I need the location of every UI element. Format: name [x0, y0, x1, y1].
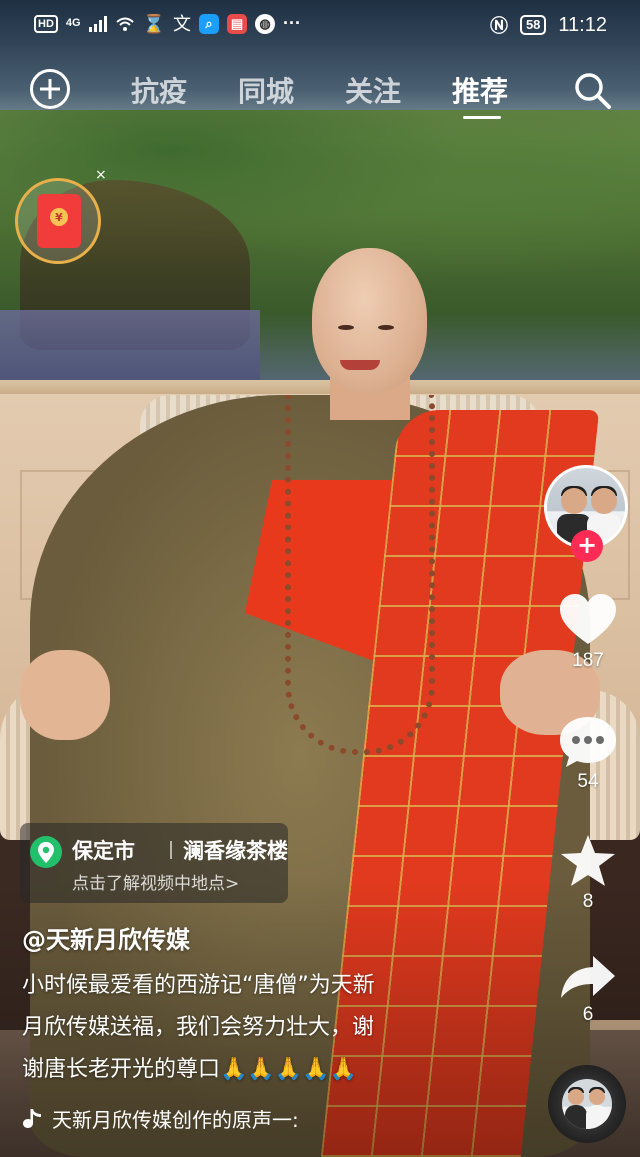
tab-following[interactable]: 关注 — [345, 70, 401, 110]
plus-icon — [40, 79, 60, 99]
caption-line: 谢唐长老开光的尊口🙏🙏🙏🙏🙏 — [22, 1057, 357, 1082]
red-packet-close-button[interactable]: × — [95, 167, 107, 183]
music-title: 天新月欣传媒创作的原声一: — [52, 1108, 299, 1132]
share-button[interactable]: 6 — [556, 952, 620, 1026]
add-button[interactable] — [30, 69, 70, 109]
search-app-icon: ⌕ — [199, 13, 219, 34]
comment-icon — [560, 717, 616, 767]
disc-person-face — [568, 1089, 584, 1105]
sports-app-icon: ◍ — [255, 13, 275, 34]
post-caption[interactable]: 小时候最爱看的西游记“唐僧”为天新 月欣传媒送福，我们会努力壮大，谢 谢唐长老开… — [22, 965, 462, 1091]
monk-eye-left — [338, 325, 354, 330]
location-pin-icon — [30, 836, 62, 868]
author-name[interactable]: @天新月欣传媒 — [22, 920, 190, 955]
painting-frame — [0, 380, 640, 394]
search-icon — [575, 73, 611, 109]
monk-mouth — [340, 360, 380, 370]
search-button[interactable] — [572, 70, 612, 110]
location-tag[interactable]: 保定市 澜香缘茶楼 点击了解视频中地点> — [20, 823, 288, 903]
hd-badge: HD — [34, 14, 58, 33]
music-info[interactable]: 天新月欣传媒创作的原声一: — [22, 1104, 342, 1133]
location-city: 保定市 — [72, 839, 135, 863]
hourglass-icon: ⌛ — [142, 13, 165, 34]
caption-line: 月欣传媒送福，我们会努力壮大，谢 — [22, 1015, 375, 1040]
disc-person-body — [586, 1105, 608, 1129]
share-icon — [561, 956, 615, 998]
favorite-count: 8 — [582, 891, 594, 912]
prayer-beads — [285, 395, 435, 755]
caption-line: 小时候最爱看的西游记“唐僧”为天新 — [22, 973, 375, 998]
book-app-icon: ▤ — [227, 13, 247, 34]
comment-count: 54 — [577, 771, 599, 792]
battery-indicator: 58 — [519, 15, 547, 35]
star-icon — [561, 835, 615, 886]
music-disc[interactable] — [548, 1065, 626, 1143]
comment-button[interactable]: 54 — [556, 715, 620, 793]
network-type: 4G — [65, 17, 81, 29]
active-tab-indicator — [463, 116, 501, 119]
monk-hand-left — [20, 650, 110, 740]
favorite-button[interactable]: 8 — [556, 833, 620, 913]
location-place: 澜香缘茶楼 — [183, 839, 288, 863]
location-hint: 点击了解视频中地点> — [72, 874, 240, 894]
like-count: 187 — [572, 650, 604, 671]
painting-flowers — [0, 310, 260, 390]
red-packet-widget[interactable]: ¥ — [15, 178, 101, 264]
tab-nearby[interactable]: 同城 — [238, 70, 294, 110]
wifi-icon — [115, 17, 134, 31]
avatar-person-face — [591, 488, 617, 514]
tab-anti-epidemic[interactable]: 抗疫 — [131, 70, 187, 110]
translate-icon: 文 — [173, 13, 191, 34]
nfc-icon: Ⓝ — [489, 16, 508, 36]
like-button[interactable]: 187 — [556, 592, 620, 672]
music-disc-cover — [562, 1079, 612, 1129]
clock: 11:12 — [558, 13, 607, 36]
status-left: HD 4G ⌛ 文 ⌕ ▤ ◍ ··· — [34, 13, 301, 34]
top-nav: 抗疫 同城 关注 推荐 — [0, 62, 640, 119]
share-count: 6 — [582, 1004, 594, 1025]
monk-head — [312, 248, 427, 393]
status-bar: HD 4G ⌛ 文 ⌕ ▤ ◍ ··· Ⓝ 58 11:12 — [0, 0, 640, 48]
heart-icon — [560, 594, 616, 644]
coin-icon: ¥ — [50, 208, 68, 226]
location-divider — [170, 841, 172, 859]
disc-person-body — [565, 1105, 587, 1129]
music-note-icon — [23, 1108, 41, 1128]
follow-button[interactable]: + — [571, 530, 603, 562]
red-envelope-icon: ¥ — [37, 194, 81, 248]
signal-icon — [88, 15, 107, 32]
more-notifications-icon: ··· — [283, 13, 301, 33]
status-right: Ⓝ 58 11:12 — [490, 12, 607, 38]
disc-person-face — [589, 1089, 605, 1105]
monk-eye-right — [378, 325, 394, 330]
avatar-person-face — [561, 488, 587, 514]
tab-recommended[interactable]: 推荐 — [452, 70, 508, 110]
